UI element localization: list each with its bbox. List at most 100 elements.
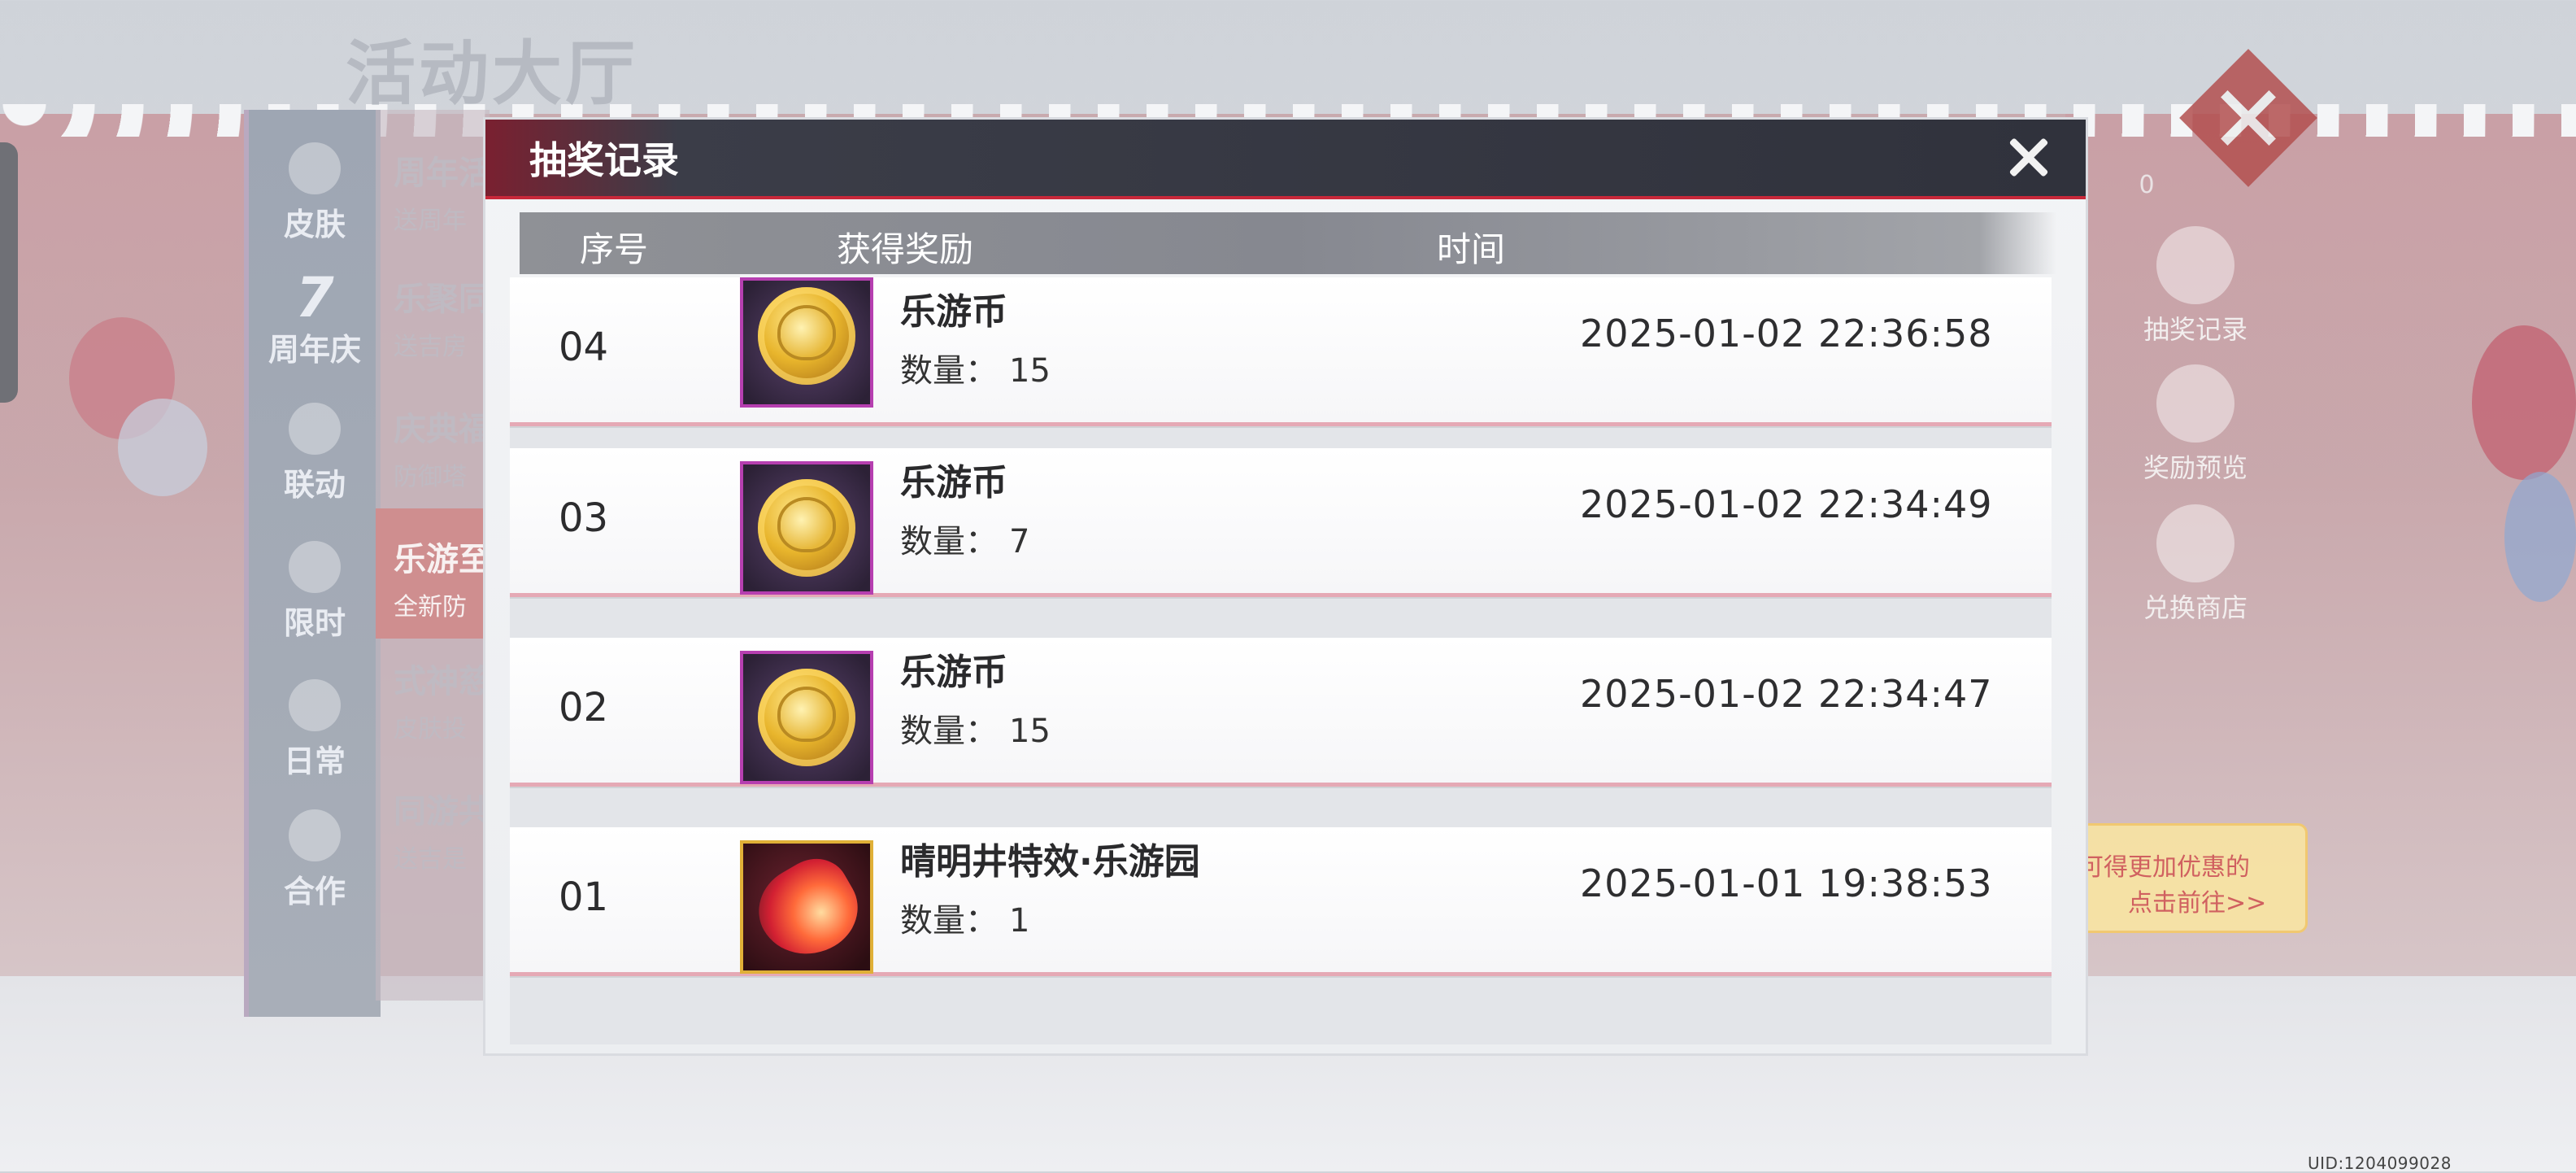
balloon-decoration (2504, 472, 2576, 602)
nav-item-skin[interactable]: 皮肤 (249, 142, 381, 244)
hall-title: 活动大厅 (346, 33, 638, 115)
nav-item-label: 限时 (283, 605, 346, 641)
row-seq: 01 (559, 874, 609, 920)
clock-icon (289, 541, 341, 593)
event-item-content: 乐游至 全新防 (394, 533, 490, 622)
event-title: 庆典福 (394, 411, 490, 448)
draw-record-button[interactable]: 抽奖记录 (2126, 226, 2265, 347)
reward-quantity: 数量： 7 (900, 515, 1029, 562)
row-seq: 02 (559, 685, 609, 730)
table-row: 01 晴明井特效·乐游园 数量： 1 2025-01-01 19:38:53 (510, 827, 2052, 976)
quantity-label: 数量： (900, 902, 998, 940)
nav-item-anniversary[interactable]: 7 周年庆 (249, 266, 381, 369)
table-row: 02 乐游币 数量： 15 2025-01-02 22:34:47 (510, 638, 2052, 787)
balloon-decoration (118, 399, 207, 496)
event-item[interactable]: 同游共 送吉是 (394, 785, 490, 874)
balloon-decoration (2472, 325, 2576, 480)
nav-item-label: 日常 (283, 743, 346, 779)
event-title: 式神慈 (394, 663, 490, 700)
record-time: 2025-01-02 22:34:49 (1580, 482, 1993, 526)
row-seq: 04 (559, 325, 609, 370)
event-desc: 送周年 (394, 207, 467, 235)
reward-thumbnail (740, 840, 873, 974)
document-icon (2156, 364, 2234, 443)
reward-name: 晴明井特效·乐游园 (900, 841, 1200, 883)
promo-text: 可得更加优惠的 (2079, 853, 2250, 882)
event-title: 周年活 (394, 155, 490, 192)
side-button-label: 奖励预览 (2143, 452, 2247, 483)
promo-banner[interactable]: 可得更加优惠的 点击前往>> (2064, 823, 2308, 933)
side-button-label: 抽奖记录 (2143, 314, 2247, 345)
counter-value: 0 (2139, 171, 2155, 199)
reward-name: 乐游币 (900, 652, 1007, 693)
nav-item-label: 皮肤 (283, 207, 346, 242)
nav-item-label: 联动 (283, 467, 346, 503)
column-seq: 序号 (580, 229, 649, 269)
event-title: 同游共 (394, 793, 490, 831)
reward-thumbnail (740, 461, 873, 595)
reward-preview-button[interactable]: 奖励预览 (2126, 364, 2265, 485)
coin-icon (758, 479, 855, 577)
quantity-label: 数量： (900, 352, 998, 390)
table-header: 序号 获得奖励 时间 (520, 212, 2056, 274)
handshake-icon (289, 809, 341, 861)
horn-icon (289, 403, 341, 455)
record-time: 2025-01-02 22:34:47 (1580, 672, 1993, 716)
nav-item-collab[interactable]: 联动 (249, 403, 381, 504)
promo-link[interactable]: 点击前往>> (2079, 886, 2305, 922)
draw-record-dialog: 抽奖记录 序号 获得奖励 时间 04 乐游币 数量： 15 2025-01-02 … (485, 120, 2086, 1053)
category-sidebar: 皮肤 7 周年庆 联动 限时 日常 合作 (244, 110, 381, 1017)
shop-icon (2156, 504, 2234, 582)
record-time: 2025-01-01 19:38:53 (1580, 861, 1993, 905)
meteor-effect-icon (743, 846, 873, 973)
event-title: 乐游至 (394, 541, 490, 578)
quantity-label: 数量： (900, 713, 998, 750)
event-desc: 送吉房 (394, 333, 467, 361)
reward-thumbnail (740, 651, 873, 784)
dialog-header: 抽奖记录 (485, 120, 2086, 199)
side-button-label: 兑换商店 (2143, 592, 2247, 623)
event-item[interactable]: 周年活 送周年 (394, 146, 490, 236)
exchange-shop-button[interactable]: 兑换商店 (2126, 504, 2265, 625)
column-reward: 获得奖励 (837, 229, 974, 269)
flower-icon (289, 142, 341, 194)
reward-quantity: 数量： 15 (900, 344, 1051, 391)
coin-icon (758, 287, 855, 385)
reward-quantity: 数量： 1 (900, 894, 1029, 941)
event-item-active[interactable]: 乐游至 全新防 (376, 508, 490, 639)
event-title: 乐聚同 (394, 281, 490, 318)
coin-icon (758, 669, 855, 766)
event-item[interactable]: 乐聚同 送吉房 (394, 273, 490, 362)
event-item[interactable]: 庆典福 防御塔 (394, 403, 490, 492)
gift-icon (289, 679, 341, 731)
left-edge-handle[interactable] (0, 142, 18, 403)
table-row: 03 乐游币 数量： 7 2025-01-02 22:34:49 (510, 448, 2052, 597)
nav-item-label: 周年庆 (268, 332, 361, 368)
reward-quantity: 数量： 15 (900, 704, 1051, 752)
nav-item-label: 合作 (283, 874, 346, 909)
nav-item-limited[interactable]: 限时 (249, 541, 381, 643)
uid-label: UID:1204099028 (2308, 1153, 2452, 1173)
event-desc: 全新防 (394, 593, 467, 621)
record-time: 2025-01-02 22:36:58 (1580, 312, 1993, 355)
quantity-value: 1 (1009, 902, 1030, 940)
nav-item-partner[interactable]: 合作 (249, 809, 381, 911)
table-row: 04 乐游币 数量： 15 2025-01-02 22:36:58 (510, 277, 2052, 426)
seven-badge-icon: 7 (295, 266, 334, 330)
event-desc: 防御塔 (394, 463, 467, 491)
reward-thumbnail (740, 277, 873, 408)
reward-name: 乐游币 (900, 462, 1007, 504)
reward-name: 乐游币 (900, 291, 1007, 333)
dialog-title: 抽奖记录 (529, 138, 679, 182)
event-desc: 皮肤投 (394, 715, 467, 743)
quantity-label: 数量： (900, 523, 998, 560)
event-item[interactable]: 式神慈 皮肤投 (394, 655, 490, 744)
record-list[interactable]: 04 乐游币 数量： 15 2025-01-02 22:36:58 03 乐游币 … (510, 277, 2052, 1044)
close-icon[interactable] (1999, 128, 2058, 186)
quantity-value: 7 (1009, 523, 1030, 560)
nav-item-daily[interactable]: 日常 (249, 679, 381, 781)
column-time: 时间 (1437, 229, 1506, 269)
row-seq: 03 (559, 495, 609, 541)
event-desc: 送吉是 (394, 845, 467, 874)
cat-icon (2156, 226, 2234, 304)
